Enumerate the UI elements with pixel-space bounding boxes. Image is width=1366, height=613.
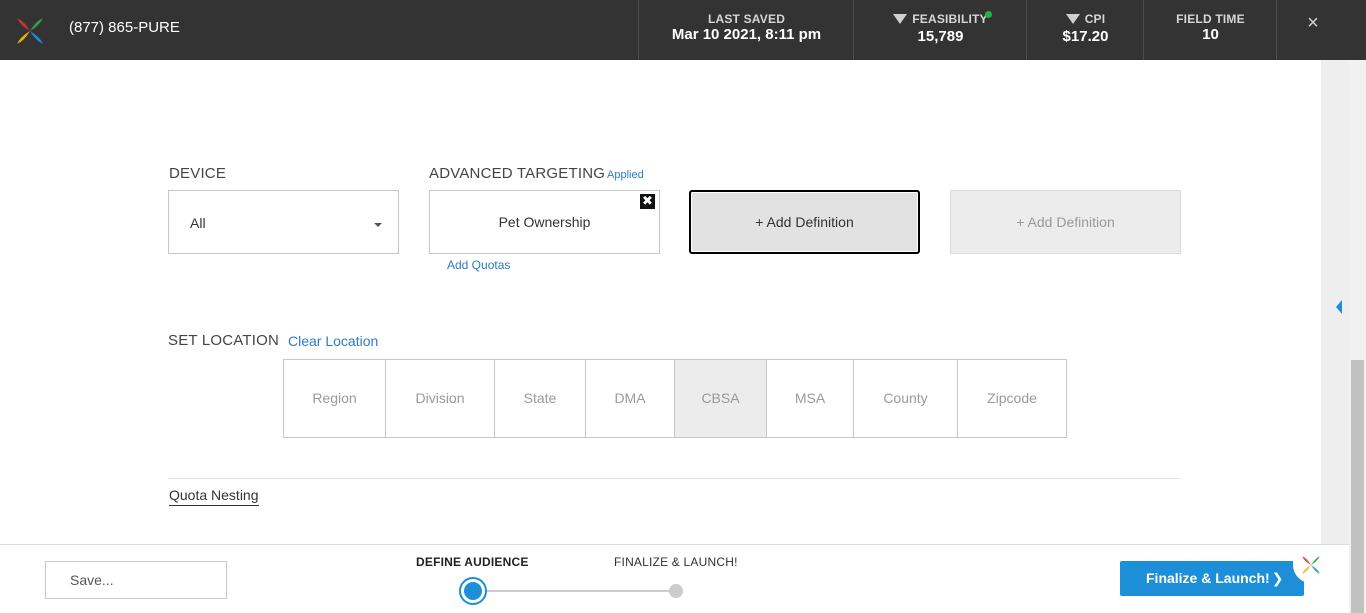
field-time-stat: FIELD TIME 10 — [1143, 0, 1277, 60]
quota-nesting-tab[interactable]: Quota Nesting — [169, 487, 259, 506]
finalize-launch-label: Finalize & Launch! — [1146, 570, 1270, 586]
expand-panel-arrow-icon[interactable] — [1336, 300, 1342, 314]
last-saved-stat: LAST SAVED Mar 10 2021, 8:11 pm — [638, 0, 854, 60]
progress-line — [473, 590, 676, 592]
location-tab-state[interactable]: State — [495, 360, 586, 437]
location-tab-region[interactable]: Region — [284, 360, 386, 437]
section-divider — [168, 478, 1181, 479]
scrollbar-thumb[interactable] — [1351, 360, 1364, 613]
definition-card-label: Pet Ownership — [498, 214, 591, 230]
chat-widget-badge[interactable] — [1293, 547, 1333, 583]
feasibility-stat[interactable]: FEASIBILITY 15,789 — [853, 0, 1027, 60]
dropdown-triangle-icon — [1065, 14, 1080, 24]
last-saved-label: LAST SAVED — [707, 12, 786, 26]
location-tab-cbsa[interactable]: CBSA — [675, 360, 767, 437]
dropdown-triangle-icon — [893, 14, 908, 24]
location-tab-zipcode[interactable]: Zipcode — [958, 360, 1066, 437]
feasibility-value: 15,789 — [917, 28, 964, 45]
cpi-value: $17.20 — [1062, 28, 1109, 45]
device-select[interactable]: All — [168, 190, 399, 254]
device-label: DEVICE — [169, 165, 227, 182]
step-define-audience-dot[interactable] — [459, 577, 487, 605]
last-saved-value: Mar 10 2021, 8:11 pm — [671, 26, 822, 43]
advanced-targeting-label: ADVANCED TARGETING — [429, 165, 606, 182]
logo-icon — [1302, 556, 1320, 574]
definition-card-pet-ownership[interactable]: Pet Ownership ✖ — [429, 190, 660, 254]
location-tab-dma[interactable]: DMA — [586, 360, 675, 437]
cpi-stat[interactable]: CPI $17.20 — [1026, 0, 1144, 60]
field-time-value: 10 — [1202, 26, 1219, 43]
field-time-label: FIELD TIME — [1176, 12, 1245, 26]
add-definition-button-disabled[interactable]: + Add Definition — [950, 190, 1181, 254]
chevron-down-icon — [374, 223, 382, 227]
device-selected-value: All — [190, 215, 206, 231]
footer-bar: Save... DEFINE AUDIENCE FINALIZE & LAUNC… — [0, 544, 1349, 613]
step-define-audience-label: DEFINE AUDIENCE — [416, 555, 529, 569]
add-definition-button[interactable]: + Add Definition — [689, 190, 920, 254]
close-icon[interactable]: × — [1299, 11, 1327, 39]
cpi-label: CPI — [1084, 12, 1106, 26]
chevron-right-icon: ❯ — [1271, 570, 1284, 586]
add-quotas-link[interactable]: Add Quotas — [447, 258, 510, 272]
step-finalize-launch-label: FINALIZE & LAUNCH! — [614, 555, 738, 569]
phone-number: (877) 865-PURE — [69, 19, 180, 36]
save-button[interactable]: Save... — [45, 561, 227, 599]
set-location-label: SET LOCATION — [168, 332, 280, 349]
finalize-launch-button[interactable]: Finalize & Launch! ❯ — [1120, 561, 1304, 596]
feasibility-label: FEASIBILITY — [912, 12, 988, 26]
remove-definition-icon[interactable]: ✖ — [640, 194, 655, 209]
clear-location-link[interactable]: Clear Location — [288, 333, 378, 349]
location-tab-division[interactable]: Division — [386, 360, 495, 437]
applied-badge: Applied — [607, 169, 644, 181]
step-finalize-launch-dot[interactable] — [669, 584, 683, 598]
location-tab-county[interactable]: County — [854, 360, 958, 437]
location-tab-msa[interactable]: MSA — [767, 360, 854, 437]
status-dot-icon — [985, 11, 992, 18]
side-panel-strip — [1321, 60, 1349, 544]
logo-icon — [17, 18, 43, 44]
top-bar: (877) 865-PURE LAST SAVED Mar 10 2021, 8… — [0, 0, 1366, 60]
location-type-tabs: Region Division State DMA CBSA MSA Count… — [283, 359, 1067, 438]
